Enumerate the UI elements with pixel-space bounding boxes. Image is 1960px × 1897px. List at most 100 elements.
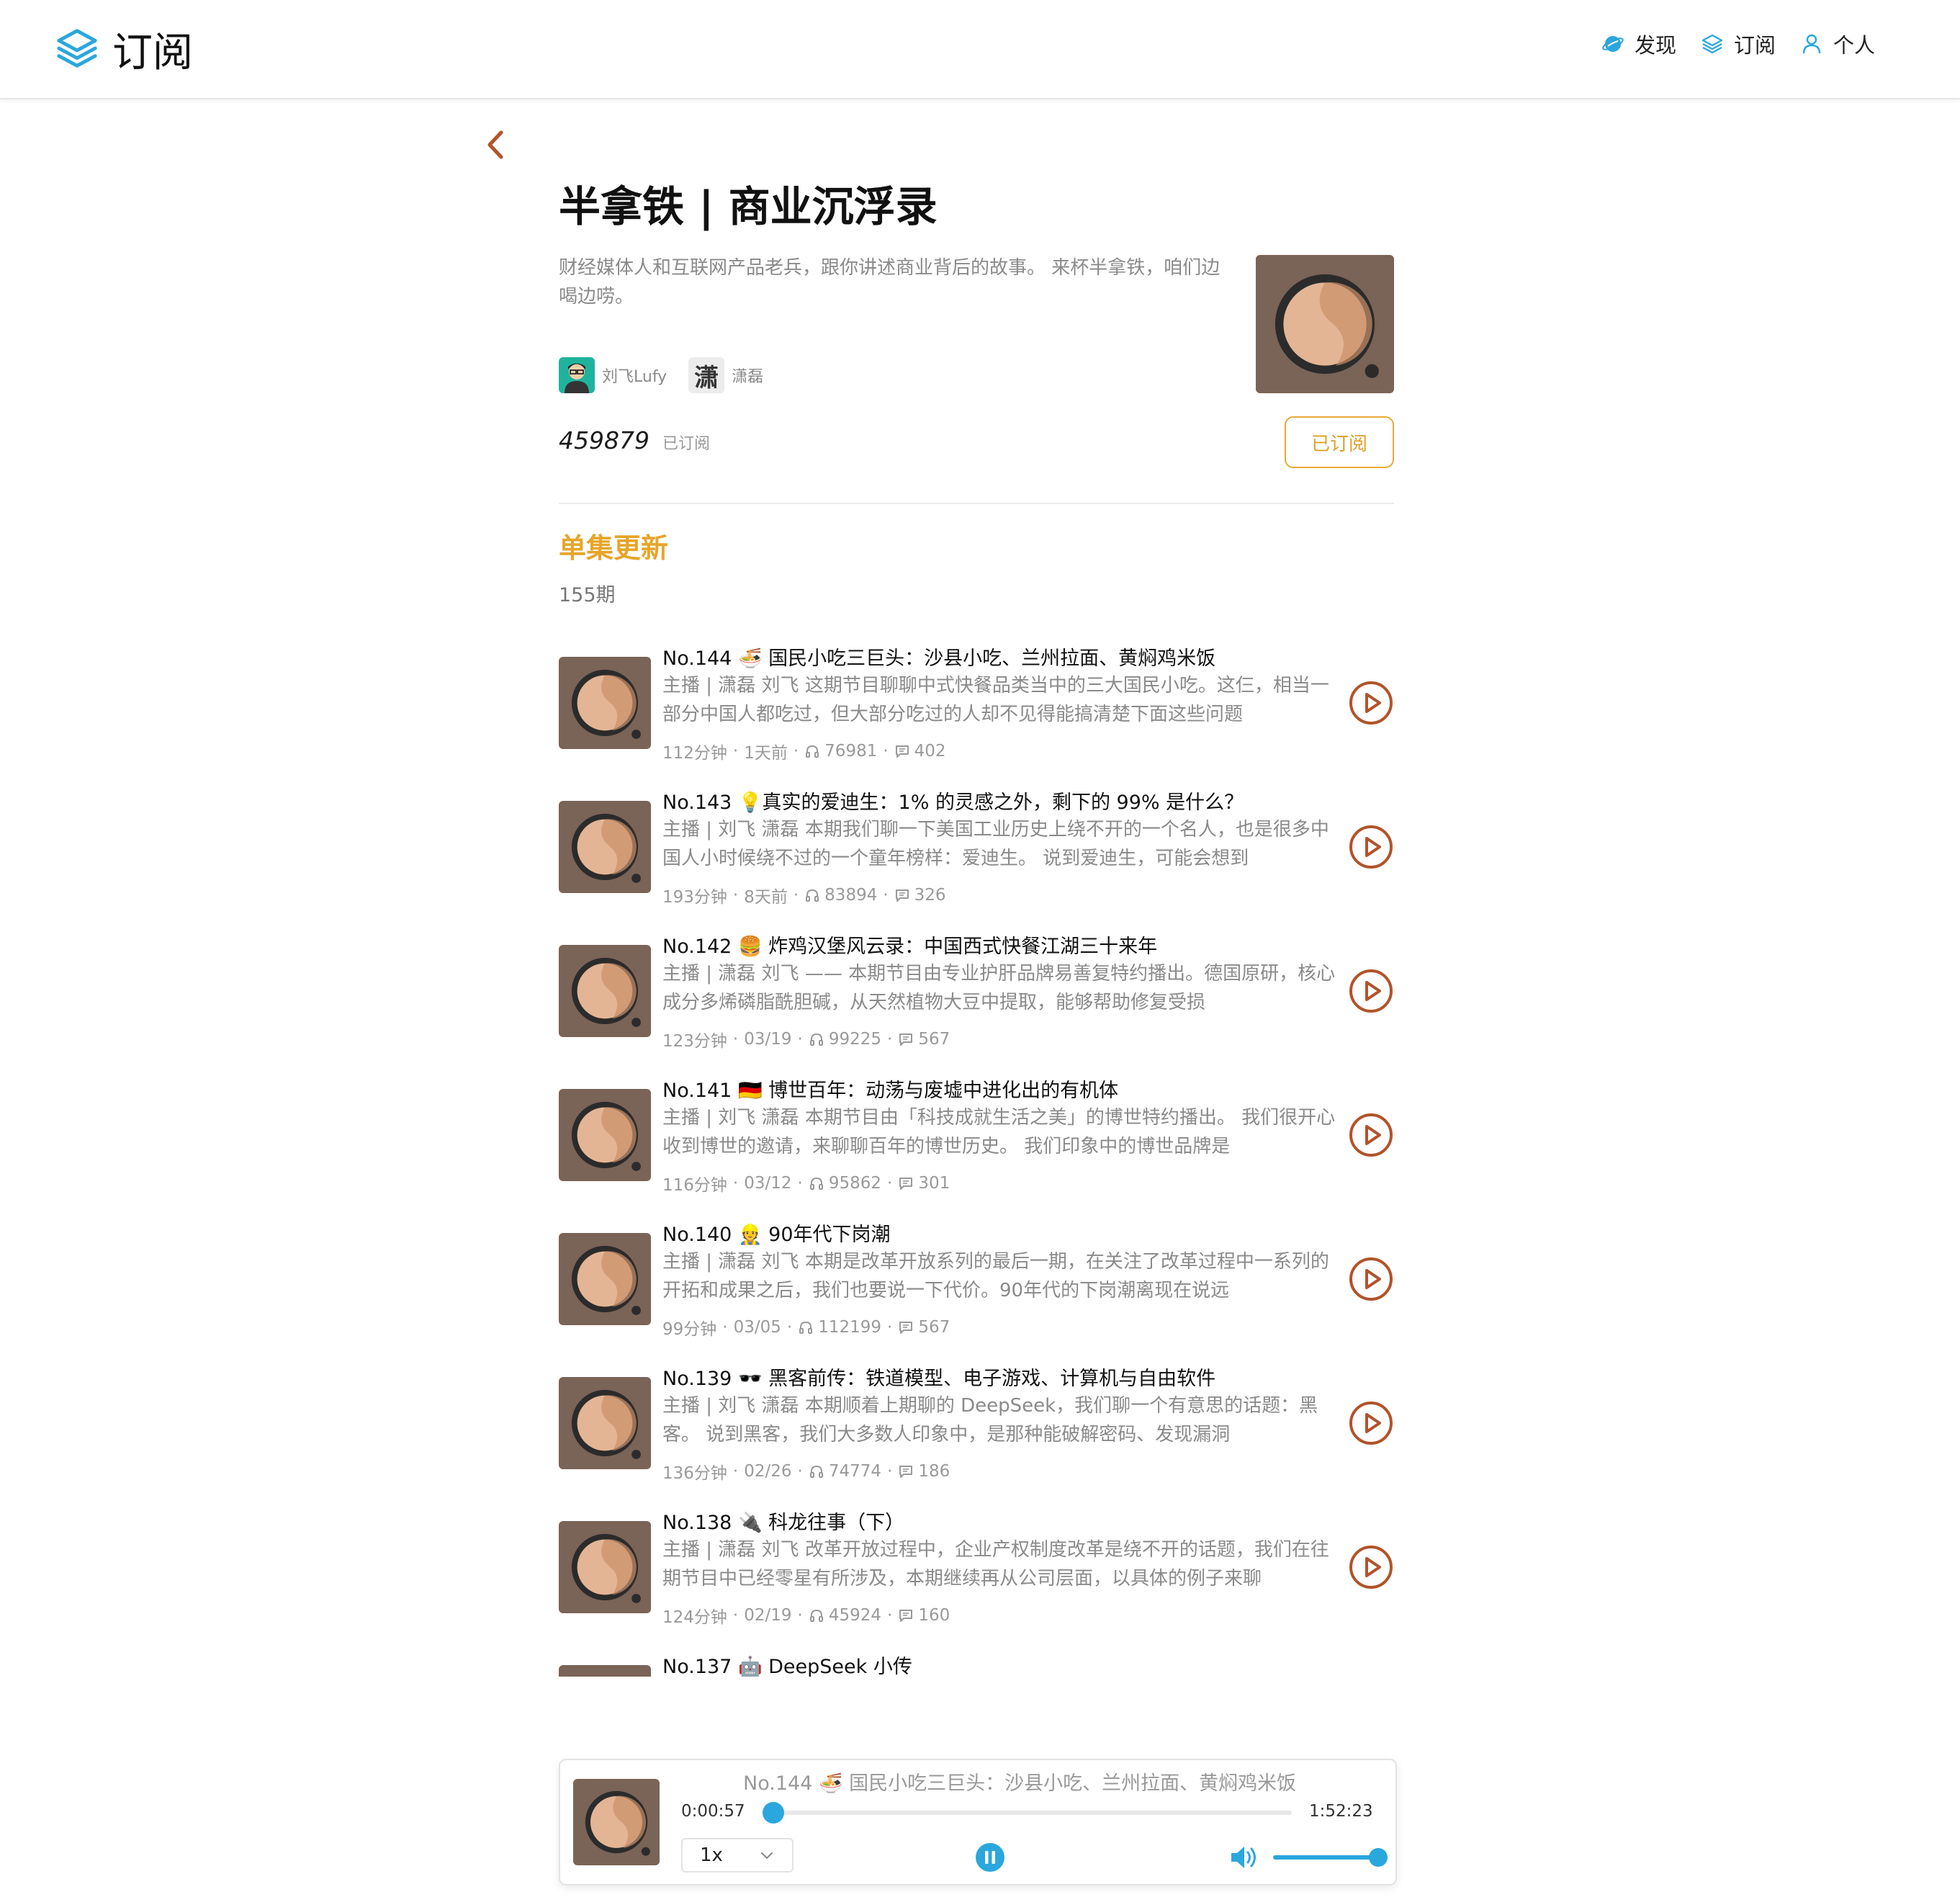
subscribe-button[interactable]: 已订阅 bbox=[1285, 416, 1394, 468]
episode-comments: 567 bbox=[918, 1030, 950, 1049]
episode-plays: 76981 bbox=[824, 742, 878, 761]
episode-title[interactable]: No.140 👷 90年代下岗潮 bbox=[662, 1219, 891, 1247]
episode-cover bbox=[559, 1089, 651, 1181]
episode-cover bbox=[559, 945, 651, 1037]
episode-title[interactable]: No.142 🍔 炸鸡汉堡风云录：中国西式快餐江湖三十来年 bbox=[662, 930, 1157, 959]
host-liufei[interactable]: 刘飞Lufy bbox=[559, 357, 667, 393]
progress-handle[interactable] bbox=[763, 1802, 785, 1824]
episode-cover bbox=[559, 1521, 651, 1613]
layers-icon bbox=[1701, 34, 1723, 54]
episode-plays: 112199 bbox=[818, 1318, 882, 1337]
record-art-icon bbox=[559, 1521, 651, 1613]
play-icon[interactable] bbox=[1348, 1112, 1394, 1158]
episode-plays: 99225 bbox=[828, 1030, 881, 1049]
play-icon[interactable] bbox=[1348, 824, 1394, 870]
nav-subscriptions-label: 订阅 bbox=[1733, 33, 1776, 58]
episode-item[interactable]: No.137 🤖 DeepSeek 小传 bbox=[559, 1648, 1394, 1677]
episode-cover bbox=[559, 1665, 651, 1677]
total-time: 1:52:23 bbox=[1309, 1802, 1373, 1821]
record-art-icon bbox=[573, 1779, 660, 1865]
play-icon[interactable] bbox=[1348, 1544, 1394, 1590]
play-icon[interactable] bbox=[1348, 1400, 1394, 1446]
host-list: 刘飞Lufy 潇 潇磊 bbox=[559, 357, 785, 393]
nav-profile-label: 个人 bbox=[1833, 33, 1875, 58]
episode-plays: 45924 bbox=[828, 1606, 881, 1625]
headphones-icon bbox=[806, 745, 819, 758]
episode-title[interactable]: No.138 🔌 科龙往事（下） bbox=[662, 1507, 904, 1535]
headphones-icon bbox=[809, 1609, 823, 1622]
host-name: 刘飞Lufy bbox=[602, 368, 667, 386]
nav-profile[interactable]: 个人 bbox=[1800, 29, 1875, 59]
volume-fill bbox=[1273, 1855, 1378, 1860]
episode-plays: 74774 bbox=[828, 1462, 881, 1481]
subscriber-count: 459879 bbox=[559, 426, 649, 454]
play-icon[interactable] bbox=[1348, 968, 1394, 1014]
episode-item[interactable]: No.144 🍜 国民小吃三巨头：沙县小吃、兰州拉面、黄焖鸡米饭 主播 | 潇磊 … bbox=[559, 640, 1394, 784]
speed-select[interactable]: 1x bbox=[681, 1838, 794, 1873]
episode-meta: 99分钟 · 03/05 · 112199 · 567 bbox=[662, 1315, 950, 1340]
episode-comments: 186 bbox=[918, 1462, 950, 1481]
episode-meta: 112分钟 · 1天前 · 76981 · 402 bbox=[662, 739, 946, 763]
player-title: No.144 🍜 国民小吃三巨头：沙县小吃、兰州拉面、黄焖鸡米饭 bbox=[743, 1772, 1297, 1795]
podcast-title: 半拿铁 | 商业沉浮录 bbox=[559, 182, 938, 231]
progress-slider[interactable] bbox=[763, 1802, 1292, 1824]
episode-date: 1天前 bbox=[744, 744, 788, 763]
episode-meta: 123分钟 · 03/19 · 99225 · 567 bbox=[662, 1027, 950, 1051]
comment-icon bbox=[899, 1466, 913, 1478]
current-time: 0:00:57 bbox=[681, 1802, 745, 1821]
play-icon[interactable] bbox=[1348, 680, 1394, 726]
episode-item[interactable]: No.141 🇩🇪 博世百年：动荡与废墟中进化出的有机体 主播 | 刘飞 潇磊 本… bbox=[559, 1072, 1394, 1216]
play-icon[interactable] bbox=[1348, 1256, 1394, 1302]
episode-date: 03/05 bbox=[733, 1318, 781, 1337]
episode-item[interactable]: No.140 👷 90年代下岗潮 主播 | 潇磊 刘飞 本期是改革开放系列的最后一… bbox=[559, 1216, 1394, 1360]
user-icon bbox=[1802, 34, 1821, 54]
host-xiaolei[interactable]: 潇 潇磊 bbox=[688, 357, 763, 393]
nav-discover-label: 发现 bbox=[1634, 33, 1676, 58]
nav-subscriptions[interactable]: 订阅 bbox=[1701, 29, 1776, 59]
episode-title[interactable]: No.144 🍜 国民小吃三巨头：沙县小吃、兰州拉面、黄焖鸡米饭 bbox=[662, 642, 1215, 671]
volume-handle[interactable] bbox=[1369, 1848, 1388, 1867]
volume-icon[interactable] bbox=[1228, 1842, 1260, 1873]
episode-date: 02/26 bbox=[744, 1462, 792, 1481]
episode-date: 03/12 bbox=[744, 1174, 792, 1193]
episode-item[interactable]: No.142 🍔 炸鸡汉堡风云录：中国西式快餐江湖三十来年主播 | 潇磊 刘飞 … bbox=[559, 928, 1394, 1072]
pause-icon[interactable] bbox=[975, 1842, 1005, 1873]
nav-discover[interactable]: 发现 bbox=[1601, 29, 1676, 59]
episode-title[interactable]: No.139 🕶️ 黑客前传：铁道模型、电子游戏、计算机与自由软件 bbox=[662, 1363, 1215, 1391]
episode-item[interactable]: No.139 🕶️ 黑客前传：铁道模型、电子游戏、计算机与自由软件 主播 | 刘飞… bbox=[559, 1360, 1394, 1504]
episode-title[interactable]: No.143 💡真实的爱迪生：1% 的灵感之外，剩下的 99% 是什么？ bbox=[662, 786, 1244, 815]
subscribed-label: 已订阅 bbox=[662, 435, 710, 453]
record-art-icon bbox=[559, 1233, 651, 1325]
episode-description: 主播 | 潇磊 刘飞 —— 本期节目由专业护肝品牌易善复特约播出。德国原研，核心… bbox=[662, 963, 1336, 1013]
headphones-icon bbox=[806, 889, 819, 902]
episode-item[interactable]: No.138 🔌 科龙往事（下） 主播 | 潇磊 刘飞 改革开放过程中，企业产权制… bbox=[559, 1504, 1394, 1648]
back-chevron-icon[interactable] bbox=[481, 127, 510, 163]
layers-logo-icon bbox=[57, 29, 97, 68]
record-art-icon bbox=[1256, 255, 1394, 393]
brand[interactable]: 订阅 bbox=[55, 22, 193, 76]
episode-comments: 567 bbox=[918, 1318, 950, 1337]
record-art-icon bbox=[559, 1089, 651, 1181]
episode-item[interactable]: No.143 💡真实的爱迪生：1% 的灵感之外，剩下的 99% 是什么？ 主播 |… bbox=[559, 784, 1394, 928]
divider bbox=[559, 503, 1394, 504]
episode-comments: 160 bbox=[918, 1606, 950, 1625]
volume-slider[interactable] bbox=[1273, 1848, 1388, 1867]
audio-player: No.144 🍜 国民小吃三巨头：沙县小吃、兰州拉面、黄焖鸡米饭 0:00:57… bbox=[559, 1759, 1397, 1885]
episode-duration: 112分钟 bbox=[662, 744, 727, 763]
episode-comments: 301 bbox=[918, 1174, 950, 1193]
episode-date: 03/19 bbox=[744, 1030, 792, 1049]
episode-comments: 402 bbox=[914, 742, 946, 761]
headphones-icon bbox=[799, 1321, 813, 1334]
episode-title[interactable]: No.141 🇩🇪 博世百年：动荡与废墟中进化出的有机体 bbox=[662, 1075, 1118, 1103]
episode-duration: 193分钟 bbox=[662, 888, 727, 907]
episode-cover bbox=[559, 801, 651, 893]
episode-title[interactable]: No.137 🤖 DeepSeek 小传 bbox=[662, 1651, 912, 1677]
episode-date: 02/19 bbox=[744, 1606, 792, 1625]
record-art-icon bbox=[559, 945, 651, 1037]
planet-icon bbox=[1602, 36, 1624, 52]
top-nav: 发现 订阅 个人 bbox=[1577, 29, 1875, 59]
record-art-icon bbox=[559, 801, 651, 893]
comment-icon bbox=[899, 1610, 913, 1622]
episode-meta: 193分钟 · 8天前 · 83894 · 326 bbox=[662, 883, 946, 907]
headphones-icon bbox=[809, 1465, 823, 1478]
